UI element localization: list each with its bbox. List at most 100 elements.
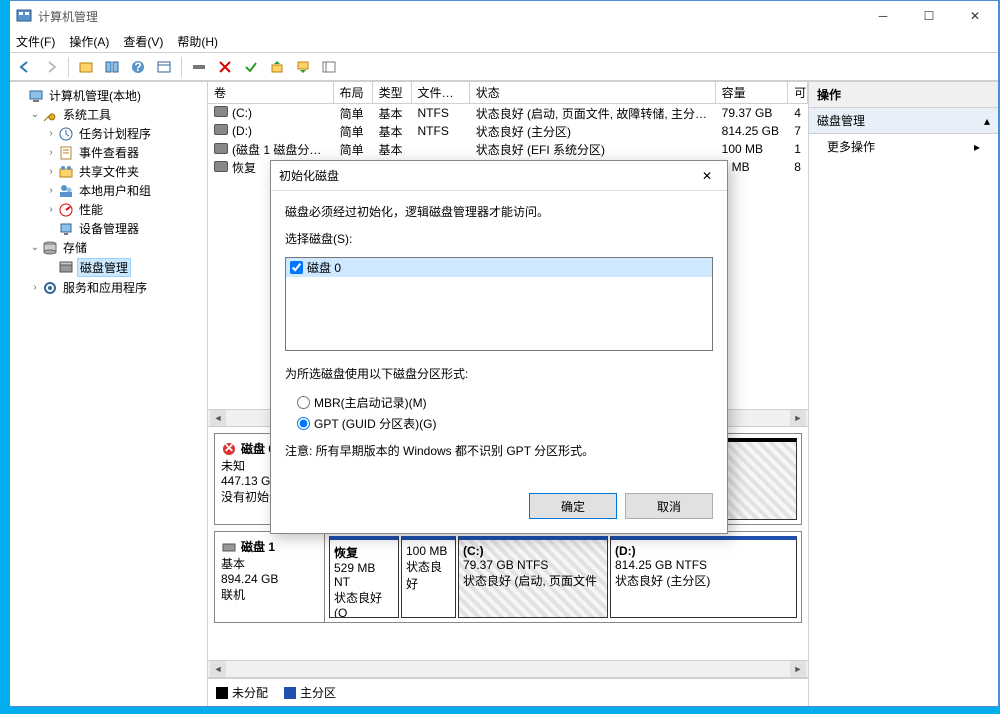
menu-action[interactable]: 操作(A): [69, 33, 109, 50]
partition[interactable]: (C:)79.37 GB NTFS状态良好 (启动, 页面文件: [458, 536, 608, 618]
tree-event-viewer[interactable]: ›事件查看器: [12, 143, 205, 162]
tool-list[interactable]: [153, 56, 175, 78]
minimize-button[interactable]: ─: [860, 1, 906, 31]
disk-mgmt-icon: [58, 260, 74, 276]
close-button[interactable]: ✕: [952, 1, 998, 31]
menu-help[interactable]: 帮助(H): [177, 33, 218, 50]
tree-task-scheduler[interactable]: ›任务计划程序: [12, 124, 205, 143]
disk-down-icon: [295, 59, 311, 75]
disk-select-item[interactable]: 磁盘 0: [286, 258, 712, 277]
back-button[interactable]: [14, 56, 36, 78]
mbr-radio-row[interactable]: MBR(主启动记录)(M): [285, 392, 713, 413]
perf-icon: [58, 202, 74, 218]
gpt-radio-row[interactable]: GPT (GUID 分区表)(G): [285, 413, 713, 434]
storage-icon: [42, 240, 58, 256]
forward-icon: [43, 59, 59, 75]
clock-icon: [58, 126, 74, 142]
computer-icon: [28, 88, 44, 104]
wrench-icon: [42, 107, 58, 123]
volume-row[interactable]: (C:)简单基本NTFS状态良好 (启动, 页面文件, 故障转储, 主分区)79…: [208, 104, 808, 122]
delete-icon: [217, 59, 233, 75]
tree-shared-folders[interactable]: ›共享文件夹: [12, 162, 205, 181]
tool-refresh[interactable]: [188, 56, 210, 78]
disk1-info[interactable]: 磁盘 1 基本 894.24 GB 联机: [215, 532, 325, 622]
tool-view[interactable]: [101, 56, 123, 78]
scroll-left-icon[interactable]: ◄: [210, 661, 226, 677]
dialog-close-button[interactable]: ✕: [687, 161, 727, 191]
tool-action2[interactable]: [292, 56, 314, 78]
tree-system-tools[interactable]: ⌄系统工具: [12, 105, 205, 124]
legend: 未分配 主分区: [208, 678, 808, 706]
services-icon: [42, 280, 58, 296]
scroll-right-icon[interactable]: ►: [790, 410, 806, 426]
partition[interactable]: 100 MB状态良好: [401, 536, 456, 618]
share-icon: [58, 164, 74, 180]
help-icon: ?: [130, 59, 146, 75]
cancel-button[interactable]: 取消: [625, 493, 713, 519]
col-status[interactable]: 状态: [470, 82, 716, 103]
disk-select-list[interactable]: 磁盘 0: [285, 257, 713, 351]
svg-text:✕: ✕: [224, 441, 234, 455]
col-type[interactable]: 类型: [373, 82, 412, 103]
scroll-left-icon[interactable]: ◄: [210, 410, 226, 426]
dialog-title: 初始化磁盘: [279, 167, 339, 184]
disk-error-icon: ✕: [221, 441, 237, 457]
actions-more[interactable]: 更多操作▸: [809, 134, 998, 159]
disk-icon: [221, 539, 237, 555]
legend-swatch-unalloc: [216, 687, 228, 699]
panes-icon: [104, 59, 120, 75]
dialog-hint: 注意: 所有早期版本的 Windows 都不识别 GPT 分区形式。: [285, 434, 713, 459]
col-capacity[interactable]: 容量: [716, 82, 789, 103]
dialog-titlebar[interactable]: 初始化磁盘 ✕: [271, 161, 727, 191]
app-icon: [16, 8, 32, 24]
col-free[interactable]: 可: [788, 82, 808, 103]
tree-device-manager[interactable]: 设备管理器: [12, 219, 205, 238]
tool-help[interactable]: ?: [127, 56, 149, 78]
tree-disk-management[interactable]: 磁盘管理: [12, 257, 205, 278]
col-layout[interactable]: 布局: [334, 82, 373, 103]
menu-view[interactable]: 查看(V): [123, 33, 163, 50]
tree-root[interactable]: 计算机管理(本地): [12, 86, 205, 105]
volume-header[interactable]: 卷 布局 类型 文件系统 状态 容量 可: [208, 82, 808, 104]
menu-file[interactable]: 文件(F): [16, 33, 55, 50]
col-volume[interactable]: 卷: [208, 82, 334, 103]
chevron-right-icon: ▸: [974, 140, 980, 154]
actions-pane: 操作 磁盘管理▴ 更多操作▸: [808, 82, 998, 706]
actions-section[interactable]: 磁盘管理▴: [809, 108, 998, 134]
maximize-button[interactable]: ☐: [906, 1, 952, 31]
list-icon: [156, 59, 172, 75]
detail-icon: [321, 59, 337, 75]
back-icon: [17, 59, 33, 75]
gpt-radio[interactable]: [297, 417, 310, 430]
disk-checkbox[interactable]: [290, 261, 303, 274]
chevron-up-icon: ▴: [984, 114, 990, 128]
titlebar: 计算机管理 ─ ☐ ✕: [10, 1, 998, 31]
tree-services-apps[interactable]: ›服务和应用程序: [12, 278, 205, 297]
ok-button[interactable]: 确定: [529, 493, 617, 519]
nav-tree[interactable]: 计算机管理(本地) ⌄系统工具 ›任务计划程序 ›事件查看器 ›共享文件夹 ›本…: [10, 82, 208, 706]
init-disk-dialog: 初始化磁盘 ✕ 磁盘必须经过初始化，逻辑磁盘管理器才能访问。 选择磁盘(S): …: [270, 160, 728, 534]
legend-swatch-primary: [284, 687, 296, 699]
mbr-radio[interactable]: [297, 396, 310, 409]
col-filesystem[interactable]: 文件系统: [412, 82, 470, 103]
window-title: 计算机管理: [38, 8, 98, 25]
volume-row[interactable]: (磁盘 1 磁盘分区 2)简单基本状态良好 (EFI 系统分区)100 MB1: [208, 140, 808, 158]
tool-detail[interactable]: [318, 56, 340, 78]
tool-action1[interactable]: [266, 56, 288, 78]
tree-storage[interactable]: ⌄存储: [12, 238, 205, 257]
scroll-right-icon[interactable]: ►: [790, 661, 806, 677]
partition-style-label: 为所选磁盘使用以下磁盘分区形式:: [285, 365, 713, 382]
tool-check[interactable]: [240, 56, 262, 78]
volume-row[interactable]: (D:)简单基本NTFS状态良好 (主分区)814.25 GB7: [208, 122, 808, 140]
partition[interactable]: 恢复529 MB NT状态良好 (O: [329, 536, 399, 618]
h-scrollbar-bottom[interactable]: ◄►: [208, 660, 808, 678]
tool-props[interactable]: [75, 56, 97, 78]
disk-row-1[interactable]: 磁盘 1 基本 894.24 GB 联机 恢复529 MB NT状态良好 (O …: [214, 531, 802, 623]
tree-performance[interactable]: ›性能: [12, 200, 205, 219]
forward-button[interactable]: [40, 56, 62, 78]
partition[interactable]: (D:)814.25 GB NTFS状态良好 (主分区): [610, 536, 797, 618]
connect-icon: [191, 59, 207, 75]
tool-delete[interactable]: [214, 56, 236, 78]
tree-local-users[interactable]: ›本地用户和组: [12, 181, 205, 200]
dialog-intro: 磁盘必须经过初始化，逻辑磁盘管理器才能访问。: [285, 203, 713, 220]
